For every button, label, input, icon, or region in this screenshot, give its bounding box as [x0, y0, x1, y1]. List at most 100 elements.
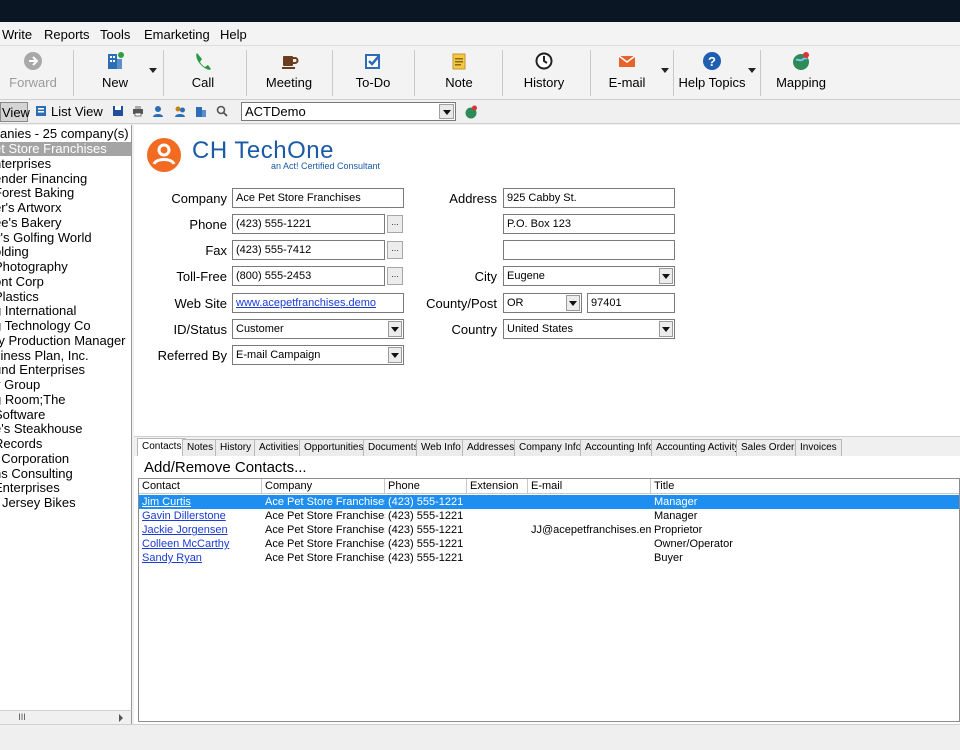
list-view-button[interactable]: List View [51, 102, 103, 122]
group-icon[interactable] [174, 105, 186, 117]
company-list-item[interactable]: ry Production Manager [0, 333, 126, 348]
company-list-item[interactable]: ee's Bakery [0, 215, 62, 230]
cell-contact[interactable]: Jackie Jorgensen [139, 523, 262, 537]
column-header-title[interactable]: Title [651, 479, 959, 494]
call-button[interactable]: Call [174, 48, 232, 98]
tab-accounting-activity[interactable]: Accounting Activity [651, 439, 745, 456]
company-list-item[interactable]: Enterprises [0, 481, 60, 495]
menu-tools[interactable]: Tools [100, 27, 130, 42]
address-line2-field[interactable]: P.O. Box 123 [503, 214, 675, 234]
menu-emarketing[interactable]: Emarketing [144, 27, 210, 42]
company-list-item[interactable]: Plastics [0, 289, 39, 304]
company-list-scrollbar[interactable]: III [0, 710, 132, 724]
column-header-extension[interactable]: Extension [467, 479, 528, 494]
column-header-phone[interactable]: Phone [385, 479, 467, 494]
help-dropdown-arrow[interactable] [748, 68, 756, 73]
scrollbar-thumb[interactable]: III [4, 713, 40, 722]
table-row[interactable]: Jim Curtis Ace Pet Store Franchises (423) … [139, 495, 959, 509]
tollfree-details-button[interactable]: ... [387, 267, 403, 285]
menu-reports[interactable]: Reports [44, 27, 90, 42]
state-select[interactable]: OR [503, 293, 582, 313]
fax-field[interactable]: (423) 555-7412 [232, 240, 385, 260]
cell-contact[interactable]: Jim Curtis [139, 495, 262, 509]
tab-web-info[interactable]: Web Info [416, 439, 466, 456]
tab-addresses[interactable]: Addresses [462, 439, 520, 456]
todo-button[interactable]: To-Do [342, 48, 404, 98]
chevron-down-icon[interactable] [439, 104, 454, 119]
web-globe-icon[interactable] [464, 105, 478, 119]
company-list-item[interactable]: nterprises [0, 156, 51, 171]
tab-notes[interactable]: Notes [182, 439, 219, 456]
company-list-item[interactable]: r Jersey Bikes [0, 496, 76, 510]
tollfree-field[interactable]: (800) 555-2453 [232, 266, 385, 286]
help-topics-button[interactable]: ? Help Topics [676, 48, 748, 98]
fax-details-button[interactable]: ... [387, 241, 403, 259]
meeting-button[interactable]: Meeting [256, 48, 322, 98]
menu-help[interactable]: Help [220, 27, 247, 42]
new-button[interactable]: New [84, 48, 146, 98]
tab-activities[interactable]: Activities [254, 439, 304, 456]
company-icon[interactable] [195, 105, 207, 117]
contacts-icon[interactable] [152, 105, 164, 117]
mapping-button[interactable]: Mapping [770, 48, 832, 98]
company-list-item[interactable]: ont Corp [0, 274, 44, 289]
company-list-item[interactable]: g International [0, 304, 76, 318]
note-button[interactable]: Note [428, 48, 490, 98]
company-list-item[interactable]: er's Artworx [0, 201, 62, 215]
table-row[interactable]: Gavin Dillerstone Ace Pet Store Franchise… [139, 509, 959, 523]
idstatus-select[interactable]: Customer [232, 319, 404, 339]
company-list-item[interactable]: siness Plan, Inc. [0, 348, 89, 363]
tab-accounting-info[interactable]: Accounting Info [580, 439, 659, 456]
cell-contact[interactable]: Gavin Dillerstone [139, 509, 262, 523]
save-icon[interactable] [112, 105, 124, 117]
column-header-email[interactable]: E-mail [528, 479, 651, 494]
company-list-item[interactable]: und Enterprises [0, 363, 85, 377]
detail-view-button[interactable]: View [0, 102, 30, 122]
tab-opportunities[interactable]: Opportunities [299, 439, 369, 456]
chevron-down-icon[interactable] [659, 321, 673, 337]
company-list-item[interactable]: g Room;The [0, 392, 66, 407]
tab-invoices[interactable]: Invoices [795, 439, 842, 456]
table-row[interactable]: Jackie Jorgensen Ace Pet Store Franchises… [139, 523, 959, 537]
city-select[interactable]: Eugene [503, 266, 675, 286]
scroll-right-icon[interactable] [119, 714, 123, 722]
company-list-item[interactable]: Software [0, 407, 45, 422]
new-dropdown-arrow[interactable] [149, 68, 157, 73]
company-list-item[interactable]: Records [0, 437, 42, 451]
company-list-item[interactable]: olding [0, 245, 29, 259]
database-select[interactable]: ACTDemo [241, 102, 456, 121]
email-button[interactable]: E-mail [598, 48, 656, 98]
chevron-down-icon[interactable] [388, 321, 402, 337]
tab-documents[interactable]: Documents [363, 439, 424, 456]
tab-contacts[interactable]: Contacts [137, 438, 187, 457]
company-list-item[interactable]: y Group [0, 378, 40, 392]
column-header-company[interactable]: Company [262, 479, 385, 494]
address-line1-field[interactable]: 925 Cabby St. [503, 188, 675, 208]
company-list-item[interactable]: t Corporation [0, 451, 69, 466]
cell-contact[interactable]: Colleen McCarthy [139, 537, 262, 551]
company-list-item[interactable]: e's Steakhouse [0, 422, 83, 436]
website-field[interactable]: www.acepetfranchises.demo [232, 293, 404, 313]
chevron-down-icon[interactable] [388, 347, 402, 363]
company-list-item[interactable]: y's Golfing World [0, 230, 92, 245]
phone-field[interactable]: (423) 555-1221 [232, 214, 385, 234]
company-list-item[interactable]: Photography [0, 260, 68, 274]
menu-write[interactable]: Write [2, 27, 32, 42]
tab-company-info[interactable]: Company Info [514, 439, 587, 456]
company-list-item[interactable]: Forest Baking [0, 186, 74, 200]
referred-by-select[interactable]: E-mail Campaign [232, 345, 404, 365]
company-list-item[interactable]: et Store Franchises [0, 142, 131, 156]
tab-history[interactable]: History [215, 439, 257, 456]
forward-button[interactable]: Forward [4, 48, 62, 98]
company-list-item[interactable]: g Technology Co [0, 319, 91, 333]
phone-details-button[interactable]: ... [387, 215, 403, 233]
cell-contact[interactable]: Sandy Ryan [139, 551, 262, 565]
column-header-contact[interactable]: Contact [139, 479, 262, 494]
history-button[interactable]: History [512, 48, 576, 98]
table-row[interactable]: Colleen McCarthy Ace Pet Store Franchises… [139, 537, 959, 551]
company-field[interactable]: Ace Pet Store Franchises [232, 188, 404, 208]
address-line3-field[interactable] [503, 240, 675, 260]
zip-field[interactable]: 97401 [587, 293, 675, 313]
lookup-search-icon[interactable] [216, 105, 228, 117]
company-list-item[interactable]: ns Consulting [0, 466, 73, 481]
